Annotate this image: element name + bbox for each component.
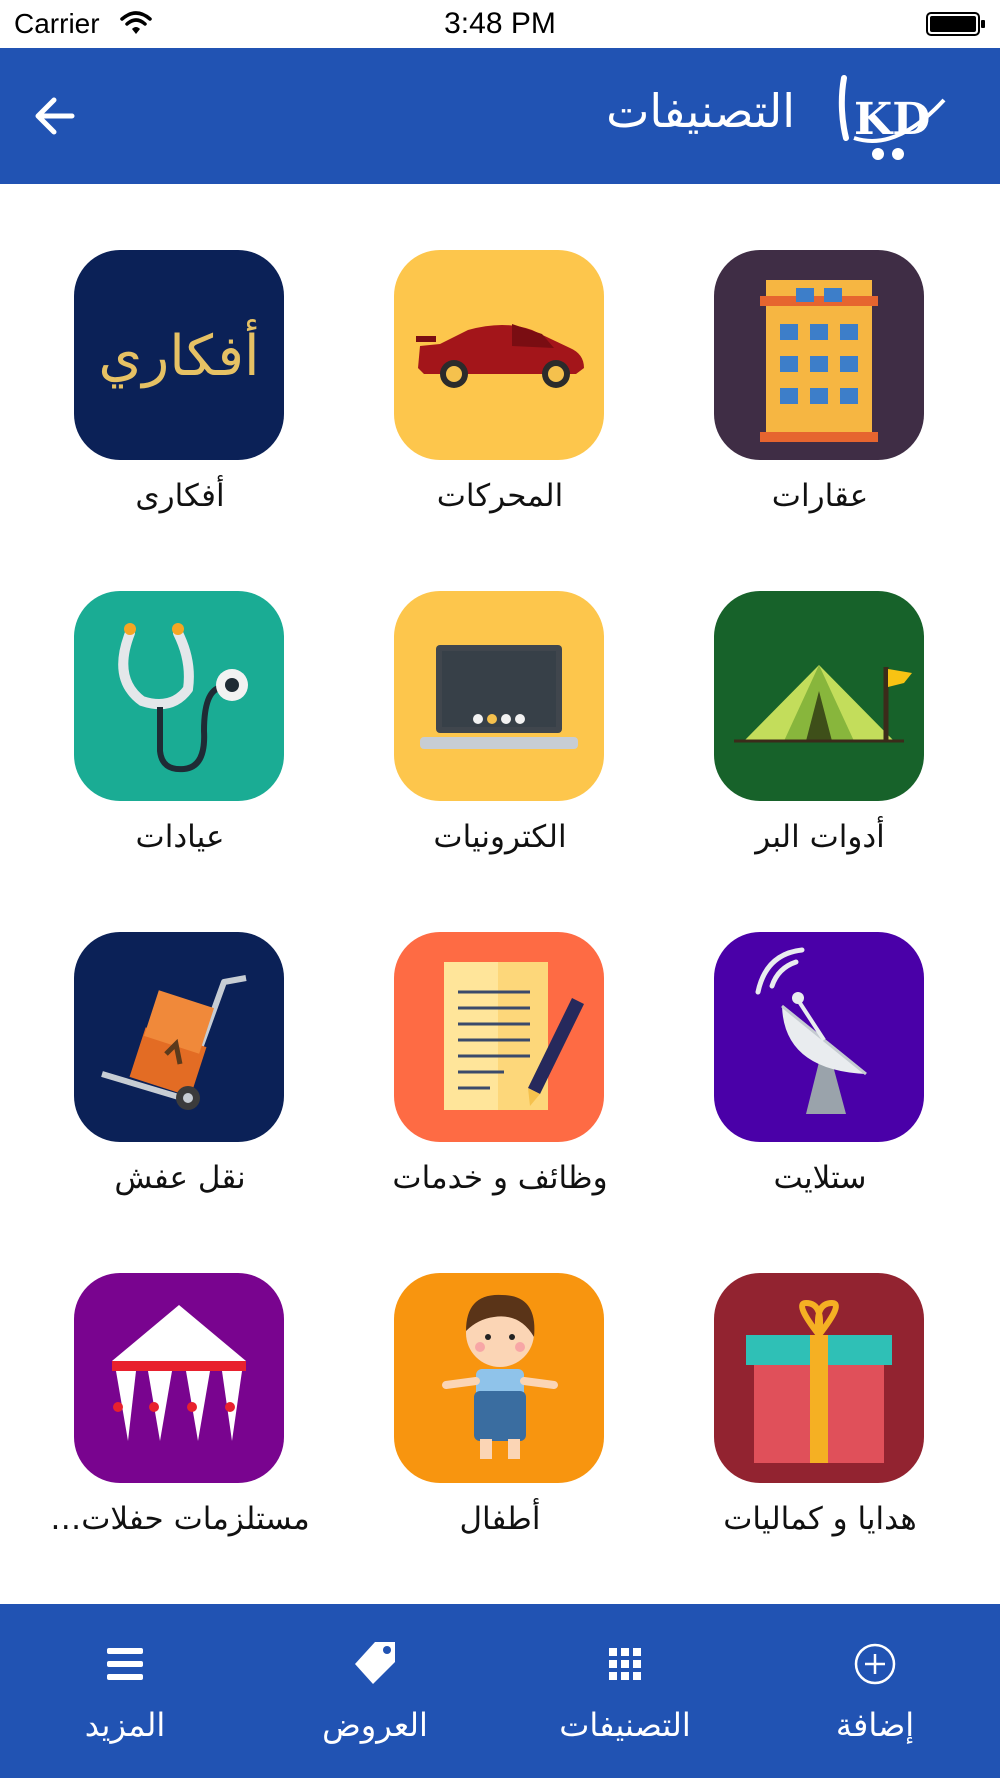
hand-truck-icon bbox=[74, 932, 284, 1142]
laptop-icon bbox=[394, 591, 604, 801]
grid-icon bbox=[595, 1634, 655, 1694]
document-pen-icon bbox=[394, 932, 604, 1142]
category-label: أفكارى bbox=[135, 478, 225, 514]
stethoscope-icon bbox=[74, 591, 284, 801]
tent-icon bbox=[714, 591, 924, 801]
menu-icon bbox=[95, 1634, 155, 1694]
category-label: عيادات bbox=[135, 819, 225, 855]
category-label: ستلايت bbox=[773, 1160, 867, 1196]
battery-icon bbox=[926, 12, 986, 36]
category-vehicles[interactable]: المحركات bbox=[350, 250, 610, 550]
category-satellite[interactable]: ستلايت bbox=[670, 932, 930, 1232]
app-header: التصنيفات KD bbox=[0, 48, 1000, 184]
category-camping[interactable]: أدوات البر bbox=[670, 591, 930, 891]
page-title: التصنيفات bbox=[606, 84, 795, 138]
tab-add[interactable]: إضافة bbox=[750, 1604, 1000, 1778]
tab-categories[interactable]: التصنيفات bbox=[500, 1604, 750, 1778]
afkari-logo-text: أفكاري bbox=[98, 319, 259, 389]
back-arrow-icon[interactable] bbox=[28, 88, 88, 144]
category-label: نقل عفش bbox=[114, 1160, 246, 1196]
category-label: الكترونيات bbox=[433, 819, 567, 855]
category-clinics[interactable]: عيادات bbox=[30, 591, 290, 891]
building-icon bbox=[714, 250, 924, 460]
gift-icon bbox=[714, 1273, 924, 1483]
child-icon bbox=[394, 1273, 604, 1483]
category-label: عقارات bbox=[771, 478, 869, 514]
category-label: المحركات bbox=[436, 478, 564, 514]
afkari-logo: أفكاري bbox=[74, 250, 284, 460]
bottom-tab-bar: إضافة التصنيفات العروض المزيد bbox=[0, 1604, 1000, 1778]
category-label: هدايا و كماليات bbox=[723, 1501, 917, 1537]
category-label: أدوات البر bbox=[755, 819, 885, 855]
category-label: أطفال bbox=[459, 1501, 541, 1537]
tab-offers[interactable]: العروض bbox=[250, 1604, 500, 1778]
category-label: وظائف و خدمات bbox=[392, 1160, 608, 1196]
party-tent-icon bbox=[74, 1273, 284, 1483]
category-real-estate[interactable]: عقارات bbox=[670, 250, 930, 550]
category-afkari[interactable]: أفكاري أفكارى bbox=[30, 250, 290, 550]
clock: 3:48 PM bbox=[444, 7, 556, 40]
tab-label: العروض bbox=[322, 1706, 428, 1744]
category-kids[interactable]: أطفال bbox=[350, 1273, 610, 1573]
sports-car-icon bbox=[394, 250, 604, 460]
category-gifts[interactable]: هدايا و كماليات bbox=[670, 1273, 930, 1573]
tab-label: التصنيفات bbox=[559, 1706, 691, 1744]
tag-icon bbox=[345, 1634, 405, 1694]
satellite-dish-icon bbox=[714, 932, 924, 1142]
status-bar: Carrier 3:48 PM bbox=[0, 0, 1000, 48]
add-circle-icon bbox=[845, 1634, 905, 1694]
category-label: مستلزمات حفلات… bbox=[50, 1501, 310, 1537]
category-jobs-services[interactable]: وظائف و خدمات bbox=[350, 932, 610, 1232]
category-party-supplies[interactable]: مستلزمات حفلات… bbox=[30, 1273, 310, 1573]
tab-more[interactable]: المزيد bbox=[0, 1604, 250, 1778]
app-logo: KD bbox=[836, 70, 954, 162]
category-moving[interactable]: نقل عفش bbox=[30, 932, 290, 1232]
tab-label: إضافة bbox=[835, 1706, 915, 1744]
tab-label: المزيد bbox=[84, 1706, 166, 1744]
category-electronics[interactable]: الكترونيات bbox=[350, 591, 610, 891]
